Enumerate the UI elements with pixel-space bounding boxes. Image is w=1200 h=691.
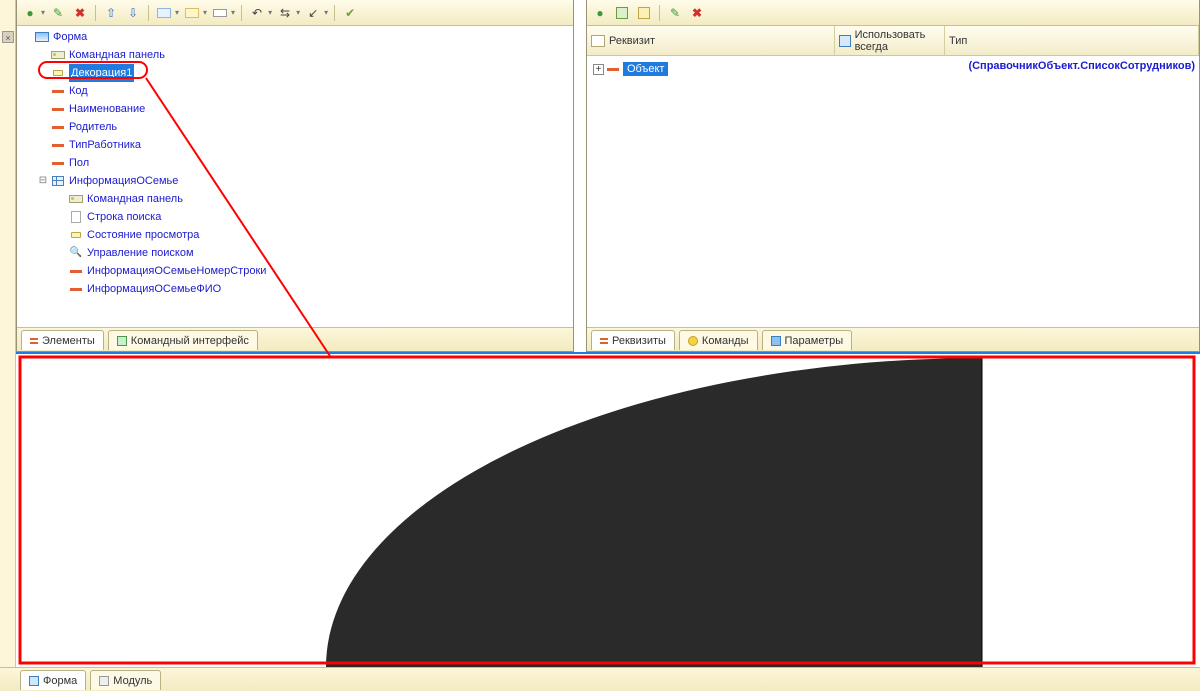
attr-del-icon[interactable]: ✖ (688, 4, 706, 22)
swap2-icon[interactable]: ⇆ (276, 4, 294, 22)
tree-table[interactable]: ИнформацияОСемье (69, 172, 178, 190)
tree-root[interactable]: Форма (53, 28, 87, 46)
attr-object[interactable]: Объект (623, 62, 668, 76)
left-tabstrip: Элементы Командный интерфейс (17, 327, 573, 351)
preview-canvas[interactable] (16, 352, 1200, 667)
check-icon[interactable]: ✔ (341, 4, 359, 22)
tree-field-3[interactable]: ТипРаботника (69, 136, 141, 154)
hdr-col3: Тип (949, 35, 967, 47)
app-tab-form[interactable]: Форма (20, 670, 86, 690)
field-icon[interactable] (211, 4, 229, 22)
tree-decoration-row[interactable]: Декорация1 (21, 64, 573, 82)
attr-toolbar: ● ✎ ✖ (587, 0, 1199, 26)
move-down-icon[interactable]: ⇩ (124, 4, 142, 22)
tree-table-state[interactable]: Состояние просмотра (87, 226, 199, 244)
attr-type: (СправочникОбъект.СписокСотрудников) (968, 60, 1195, 72)
app-tab-module[interactable]: Модуль (90, 670, 161, 690)
delete-icon[interactable]: ✖ (71, 4, 89, 22)
swap1-icon[interactable]: ↶ (248, 4, 266, 22)
attr-body[interactable]: + Объект (СправочникОбъект.СписокСотрудн… (587, 56, 1199, 327)
attr-ins-icon[interactable] (635, 4, 653, 22)
tree-table-search[interactable]: Строка поиска (87, 208, 161, 226)
expand-icon[interactable]: + (593, 64, 604, 75)
edit-icon[interactable]: ✎ (49, 4, 67, 22)
hdr-col1: Реквизит (609, 35, 655, 47)
tree-col1[interactable]: ИнформацияОСемьеНомерСтроки (87, 262, 266, 280)
right-tabstrip: Реквизиты Команды Параметры (587, 327, 1199, 351)
tab-elements[interactable]: Элементы (21, 330, 104, 350)
tree-field-0[interactable]: Код (69, 82, 88, 100)
attr-header: Реквизит Использовать всегда Тип (587, 26, 1199, 56)
attr-addcol-icon[interactable] (613, 4, 631, 22)
tree-field-4[interactable]: Пол (69, 154, 89, 172)
tree-table-cmd[interactable]: Командная панель (87, 190, 183, 208)
tab-params[interactable]: Параметры (762, 330, 853, 350)
close-panel-icon[interactable]: × (2, 31, 14, 43)
group-icon[interactable] (155, 4, 173, 22)
tree-field-2[interactable]: Родитель (69, 118, 117, 136)
attr-row-icon (607, 68, 619, 71)
tree-col2[interactable]: ИнформацияОСемьеФИО (87, 280, 221, 298)
tree-field-1[interactable]: Наименование (69, 100, 145, 118)
elements-pane: ●▾ ✎ ✖ ⇧ ⇩ ▾ ▾ ▾ ↶▾ ⇆▾ ↙▾ ✔ Форма Команд… (16, 0, 574, 352)
elements-toolbar: ●▾ ✎ ✖ ⇧ ⇩ ▾ ▾ ▾ ↶▾ ⇆▾ ↙▾ ✔ (17, 0, 573, 26)
tab-cmdiface[interactable]: Командный интерфейс (108, 330, 258, 350)
splitter-icon[interactable] (183, 4, 201, 22)
tab-cmds[interactable]: Команды (679, 330, 758, 350)
hdr-col2: Использовать всегда (855, 29, 940, 53)
attr-edit-icon[interactable]: ✎ (666, 4, 684, 22)
tree-table-find[interactable]: Управление поиском (87, 244, 194, 262)
tab-props[interactable]: Реквизиты (591, 330, 675, 350)
elements-tree[interactable]: Форма Командная панель Декорация1 Код На… (17, 26, 573, 327)
form-preview (0, 352, 1200, 667)
app-tabstrip: Форма Модуль (0, 667, 1200, 691)
gutter-left: × (0, 0, 16, 352)
attributes-pane: ● ✎ ✖ Реквизит Использовать всегда Тип +… (586, 0, 1200, 352)
attr-add-icon[interactable]: ● (591, 4, 609, 22)
tree-cmdpanel[interactable]: Командная панель (69, 46, 165, 64)
move-up-icon[interactable]: ⇧ (102, 4, 120, 22)
swap3-icon[interactable]: ↙ (304, 4, 322, 22)
add-icon[interactable]: ● (21, 4, 39, 22)
